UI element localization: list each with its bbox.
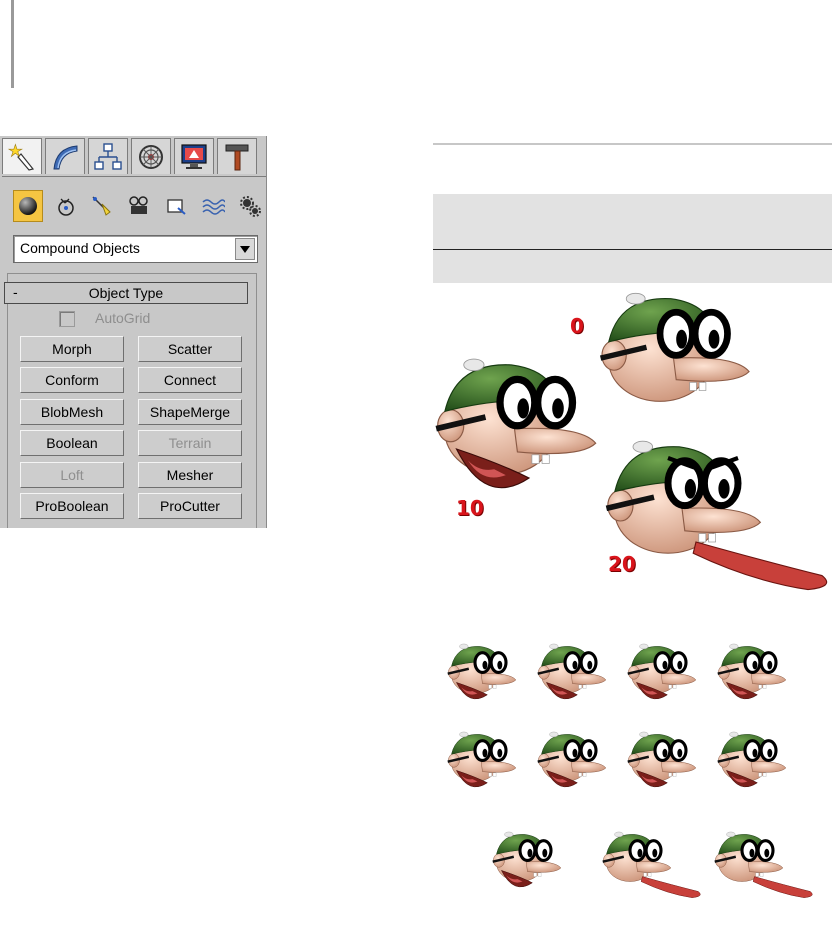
autogrid-label: AutoGrid xyxy=(95,310,151,326)
category-cameras-button[interactable] xyxy=(124,190,154,222)
sphere-icon xyxy=(19,197,37,215)
tab-utilities[interactable] xyxy=(217,138,257,174)
procutter-button[interactable]: ProCutter xyxy=(138,493,242,519)
light-icon xyxy=(92,196,111,216)
thumbnail-head xyxy=(536,642,608,700)
frame-label-20: 20 xyxy=(608,552,636,576)
shapemerge-button[interactable]: ShapeMerge xyxy=(138,399,242,425)
spacewarp-icon xyxy=(202,199,225,215)
command-panel-tabs xyxy=(2,138,266,177)
tab-create[interactable] xyxy=(2,138,42,174)
proboolean-button[interactable]: ProBoolean xyxy=(20,493,124,519)
create-wand-icon xyxy=(7,142,35,171)
terrain-button[interactable]: Terrain xyxy=(138,430,242,456)
connect-button[interactable]: Connect xyxy=(138,367,242,393)
helper-icon xyxy=(167,199,186,215)
header-band xyxy=(433,194,832,249)
chevron-down-icon xyxy=(240,245,250,253)
shapes-icon xyxy=(58,198,74,216)
thumbnail-head xyxy=(446,642,518,700)
frame-label-10: 10 xyxy=(456,496,484,520)
conform-button[interactable]: Conform xyxy=(20,367,124,393)
boolean-button[interactable]: Boolean xyxy=(20,430,124,456)
command-panel: Compound Objects - Object Type AutoGrid … xyxy=(0,136,267,528)
utilities-hammer-icon xyxy=(225,144,249,170)
motion-wheel-icon xyxy=(139,144,163,169)
frame-label-0: 0 xyxy=(570,314,584,338)
thumbnail-head xyxy=(536,730,608,788)
thumbnail-head xyxy=(491,830,563,888)
dropdown-arrow-button[interactable] xyxy=(235,238,255,260)
loft-button[interactable]: Loft xyxy=(20,462,124,488)
tab-modify[interactable] xyxy=(45,138,85,174)
object-type-rollout-header[interactable]: - Object Type xyxy=(4,282,248,304)
systems-gear-icon xyxy=(240,196,261,217)
blobmesh-button[interactable]: BlobMesh xyxy=(20,399,124,425)
category-helpers-button[interactable] xyxy=(161,190,191,222)
morph-heads-image xyxy=(420,290,828,898)
section-rule xyxy=(433,143,832,145)
dropdown-selected-value: Compound Objects xyxy=(20,240,140,256)
tab-motion[interactable] xyxy=(131,138,171,174)
tabs-divider xyxy=(2,176,266,177)
display-monitor-icon xyxy=(181,143,207,169)
thumbnail-head xyxy=(446,730,518,788)
page-margin-rule xyxy=(11,0,14,88)
thumbnail-head xyxy=(716,730,788,788)
morph-illustration: 0 10 20 xyxy=(420,290,832,920)
morph-sequence-thumbnails xyxy=(446,642,813,898)
rollout-title: Object Type xyxy=(88,285,164,301)
object-category-dropdown[interactable]: Compound Objects xyxy=(13,235,258,263)
category-geometry-button[interactable] xyxy=(13,190,43,222)
category-systems-button[interactable] xyxy=(235,190,265,222)
category-shapes-button[interactable] xyxy=(50,190,80,222)
head-frame-0 xyxy=(601,293,750,401)
morph-button[interactable]: Morph xyxy=(20,336,124,362)
hierarchy-icon xyxy=(94,142,122,170)
tab-display[interactable] xyxy=(174,138,214,174)
thumbnail-head xyxy=(601,830,701,898)
category-spacewarps-button[interactable] xyxy=(198,190,228,222)
head-frame-20 xyxy=(606,441,828,591)
category-lights-button[interactable] xyxy=(87,190,117,222)
modify-arc-icon xyxy=(53,144,78,169)
scatter-button[interactable]: Scatter xyxy=(138,336,242,362)
thumbnail-head xyxy=(626,642,698,700)
thumbnail-head xyxy=(626,730,698,788)
thumbnail-head xyxy=(713,830,813,898)
autogrid-checkbox[interactable] xyxy=(59,311,75,327)
category-toolbar xyxy=(13,190,263,224)
head-frame-10 xyxy=(436,359,596,489)
mesher-button[interactable]: Mesher xyxy=(138,462,242,488)
thumbnail-head xyxy=(716,642,788,700)
tab-hierarchy[interactable] xyxy=(88,138,128,174)
header-band-lower xyxy=(433,250,832,283)
camera-icon xyxy=(129,196,148,214)
